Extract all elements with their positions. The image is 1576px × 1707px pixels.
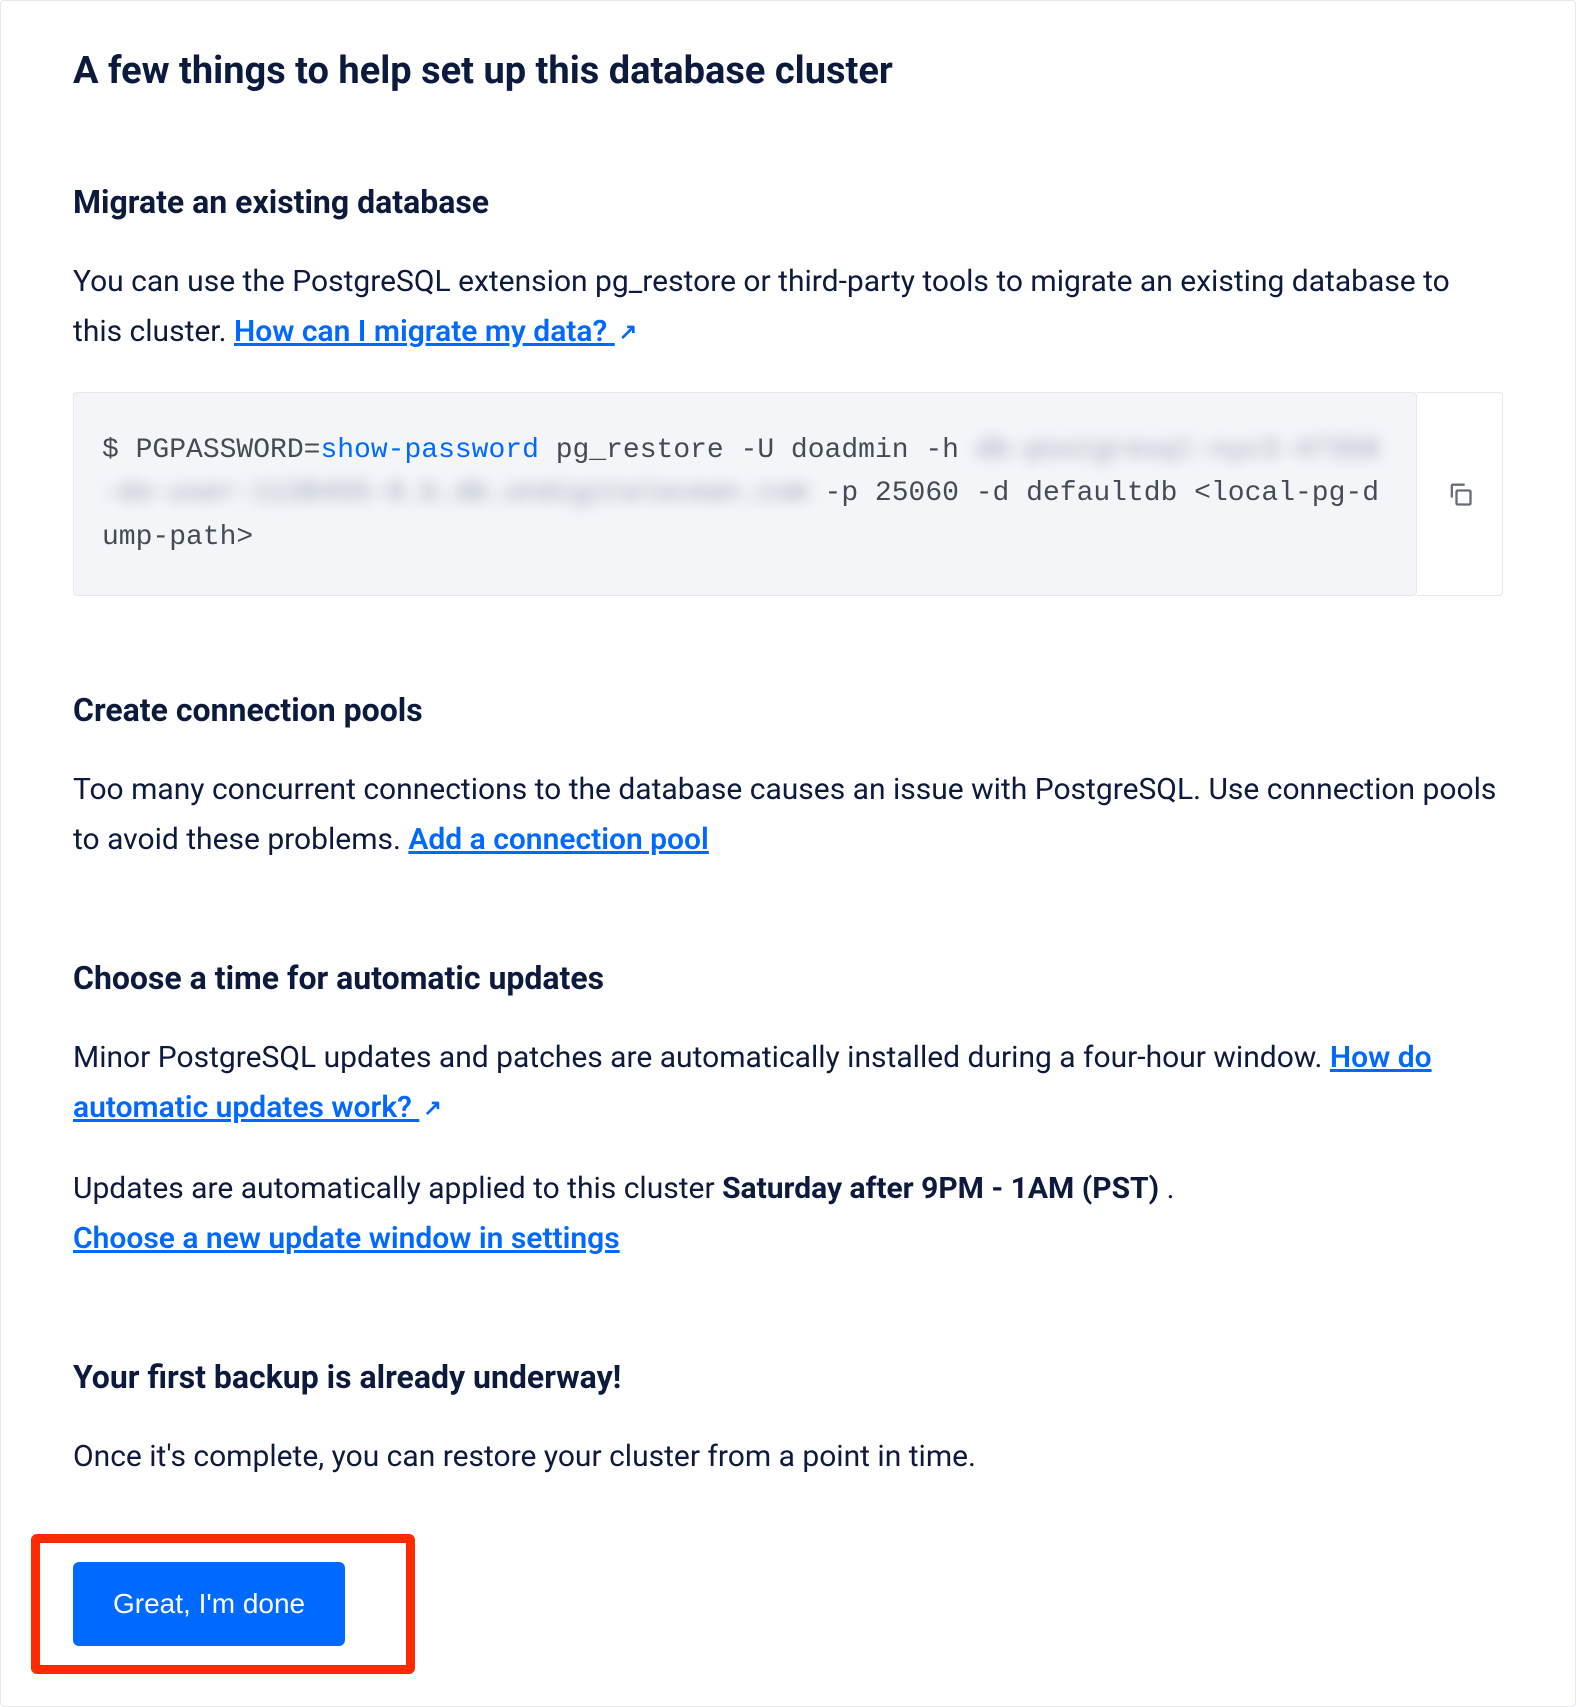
migrate-link[interactable]: How can I migrate my data? xyxy=(234,314,615,349)
updates-body-text: Minor PostgreSQL updates and patches are… xyxy=(73,1040,1330,1075)
copy-icon xyxy=(1446,480,1474,508)
pools-link[interactable]: Add a connection pool xyxy=(408,822,708,857)
code-part1: pg_restore -U doadmin -h xyxy=(539,435,976,466)
updates-applied-pre: Updates are automatically applied to thi… xyxy=(73,1171,722,1206)
updates-window: Saturday after 9PM - 1AM (PST) xyxy=(722,1171,1159,1206)
done-button-wrap: Great, I'm done xyxy=(73,1562,345,1646)
section-pools: Create connection pools Too many concurr… xyxy=(73,691,1503,864)
updates-settings-link[interactable]: Choose a new update window in settings xyxy=(73,1221,620,1256)
migrate-body: You can use the PostgreSQL extension pg_… xyxy=(73,257,1503,356)
code-row: $ PGPASSWORD=show-password pg_restore -U… xyxy=(73,392,1503,596)
migrate-heading: Migrate an existing database xyxy=(73,183,1503,221)
page-title: A few things to help set up this databas… xyxy=(73,49,1503,93)
updates-body: Minor PostgreSQL updates and patches are… xyxy=(73,1033,1503,1132)
section-migrate: Migrate an existing database You can use… xyxy=(73,183,1503,596)
updates-applied: Updates are automatically applied to thi… xyxy=(73,1164,1503,1263)
external-link-icon: ↗ xyxy=(423,1091,441,1127)
pools-body: Too many concurrent connections to the d… xyxy=(73,765,1503,864)
backup-heading: Your first backup is already underway! xyxy=(73,1358,1503,1396)
show-password-link[interactable]: show-password xyxy=(320,435,538,466)
setup-card: A few things to help set up this databas… xyxy=(0,0,1576,1707)
copy-button[interactable] xyxy=(1417,392,1503,596)
updates-applied-post: . xyxy=(1167,1171,1175,1206)
pools-heading: Create connection pools xyxy=(73,691,1503,729)
updates-heading: Choose a time for automatic updates xyxy=(73,959,1503,997)
code-prompt: $ xyxy=(102,435,136,466)
code-block: $ PGPASSWORD=show-password pg_restore -U… xyxy=(73,392,1417,596)
done-button[interactable]: Great, I'm done xyxy=(73,1562,345,1646)
backup-body: Once it's complete, you can restore your… xyxy=(73,1432,1503,1482)
pools-body-text: Too many concurrent connections to the d… xyxy=(73,772,1496,857)
code-prefix: PGPASSWORD= xyxy=(136,435,321,466)
external-link-icon: ↗ xyxy=(619,315,637,351)
section-backup: Your first backup is already underway! O… xyxy=(73,1358,1503,1482)
section-updates: Choose a time for automatic updates Mino… xyxy=(73,959,1503,1263)
